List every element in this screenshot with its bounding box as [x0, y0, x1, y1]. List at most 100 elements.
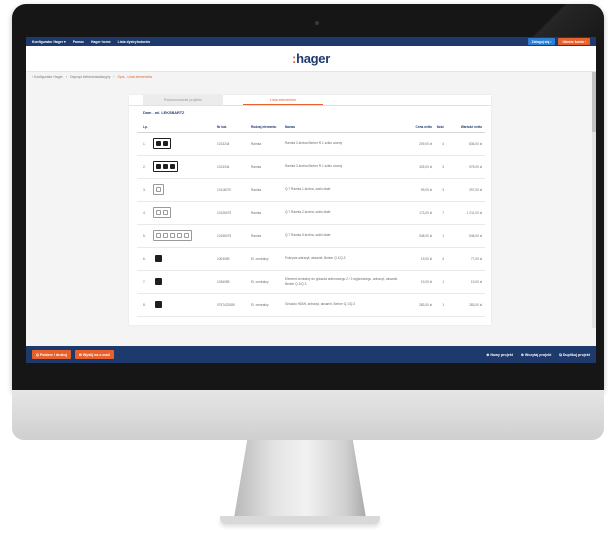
- frame-1-white-icon: [153, 184, 164, 195]
- table-row[interactable]: 2. 1013344 Ramka Ramka 3-krotna Berker R…: [137, 155, 485, 179]
- product-image: [153, 270, 217, 294]
- tab-element-list[interactable]: Lista elementów: [243, 95, 323, 105]
- row-qty: 3: [435, 155, 447, 179]
- header-ref: Nr kat.: [217, 122, 251, 133]
- row-type: Ramka: [251, 201, 285, 225]
- elements-table: Lp. Nr kat. Rodzaj elementu Nazwa Cena n…: [137, 122, 485, 317]
- row-price: 548,00 zł: [405, 224, 435, 248]
- row-type: El. centralny: [251, 293, 285, 317]
- row-price: 19,00 zł: [405, 247, 435, 271]
- breadcrumb-category[interactable]: Osprzęt elektroinstalacyjny: [70, 75, 111, 79]
- header-type: Rodzaj elementu: [251, 122, 285, 133]
- row-lp: 6.: [137, 247, 153, 271]
- row-ref: 1003089: [217, 247, 251, 271]
- top-navigation: Konfigurator Hager ▾ Pomoc Hager home Li…: [26, 37, 596, 46]
- nav-distributors[interactable]: Lista dystrybutorów: [118, 40, 150, 44]
- row-total: 1 211,00 zł: [447, 201, 485, 225]
- screen: Konfigurator Hager ▾ Pomoc Hager home Li…: [26, 37, 596, 363]
- row-ref: 10116079: [217, 178, 251, 202]
- row-total: 283,00 zł: [447, 293, 485, 317]
- row-lp: 8.: [137, 293, 153, 317]
- row-total: 19,00 zł: [447, 270, 485, 294]
- breadcrumb: ‹ Konfigurator Hager › Osprzęt elektroin…: [26, 72, 596, 82]
- row-total: 836,00 zł: [447, 132, 485, 156]
- email-button[interactable]: ✉ Wyślij na e-mail: [74, 350, 114, 359]
- row-name: Q.7 Ramka 1-krotna, szkło białe: [285, 178, 405, 202]
- header-price: Cena netto: [405, 122, 435, 133]
- hdmi-socket-icon: [155, 300, 162, 308]
- table-row[interactable]: 5. 10156079 Ramka Q.7 Ramka 5-krotna, sz…: [137, 224, 485, 248]
- tab-bar: Podsumowanie projektu Lista elementów: [129, 95, 491, 106]
- product-image: [153, 178, 217, 202]
- product-image: [153, 132, 217, 156]
- cover-plate-icon: [155, 254, 162, 262]
- row-type: Ramka: [251, 132, 285, 156]
- row-name: Pokrywa antracyt, aksamit, Berker Q.1/Q.…: [285, 247, 405, 271]
- hager-logo[interactable]: :hager: [292, 51, 330, 66]
- monitor-foot: [220, 516, 380, 524]
- table-row[interactable]: 3. 10116079 Ramka Q.7 Ramka 1-krotna, sz…: [137, 178, 485, 202]
- row-price: 19,00 zł: [405, 270, 435, 294]
- table-row[interactable]: 8. 0757422089 El. centralny Gniazdo HDMI…: [137, 293, 485, 317]
- product-image: [153, 247, 217, 271]
- row-ref: 10126079: [217, 201, 251, 225]
- product-image: [153, 224, 217, 248]
- row-type: Ramka: [251, 178, 285, 202]
- row-type: El. centralny: [251, 270, 285, 294]
- row-type: Ramka: [251, 155, 285, 179]
- nav-configurator[interactable]: Konfigurator Hager ▾: [32, 40, 66, 44]
- print-button[interactable]: ⎙ Pobierz / drukuj: [32, 350, 71, 359]
- nav-help[interactable]: Pomoc: [73, 40, 84, 44]
- register-button[interactable]: Utwórz konto ›: [558, 38, 590, 45]
- breadcrumb-separator: ›: [113, 75, 115, 79]
- tab-summary[interactable]: Podsumowanie projektu: [143, 95, 223, 105]
- page-scrollbar[interactable]: [592, 72, 596, 328]
- product-image: [153, 293, 217, 317]
- login-button[interactable]: Zaloguj się ›: [527, 38, 556, 45]
- row-total: 77,00 zł: [447, 247, 485, 271]
- row-name: Element centralny do gniazda antenowego …: [285, 270, 405, 294]
- row-ref: 10156079: [217, 224, 251, 248]
- load-project-button[interactable]: ⊕ Wczytaj projekt: [521, 353, 551, 357]
- row-qty: 4: [435, 247, 447, 271]
- product-image: [153, 155, 217, 179]
- row-price: 209,00 zł: [405, 132, 435, 156]
- duplicate-project-button[interactable]: ⧉ Duplikuj projekt: [559, 353, 590, 357]
- row-total: 548,00 zł: [447, 224, 485, 248]
- row-total: 297,00 zł: [447, 178, 485, 202]
- table-row[interactable]: 6. 1003089 El. centralny Pokrywa antracy…: [137, 247, 485, 271]
- breadcrumb-home[interactable]: ‹ Konfigurator Hager: [32, 75, 63, 79]
- header: :hager: [26, 46, 596, 72]
- table-row[interactable]: 4. 10126079 Ramka Q.7 Ramka 2-krotna, sz…: [137, 201, 485, 225]
- row-lp: 1.: [137, 132, 153, 156]
- table-row[interactable]: 7. 1036089 El. centralny Element central…: [137, 270, 485, 294]
- frame-3-black-icon: [153, 161, 178, 172]
- breadcrumb-current: Opis - Lista elementów: [117, 75, 153, 79]
- new-project-button[interactable]: ⊕ Nowy projekt: [486, 353, 513, 357]
- row-qty: 7: [435, 201, 447, 225]
- table-row[interactable]: 1. 1013244 Ramka Ramka 2-krotna Berker R…: [137, 132, 485, 156]
- breadcrumb-separator: ›: [65, 75, 67, 79]
- header-lp: Lp.: [137, 122, 153, 133]
- header-image: [153, 122, 217, 133]
- row-price: 173,00 zł: [405, 201, 435, 225]
- row-lp: 3.: [137, 178, 153, 202]
- row-qty: 1: [435, 270, 447, 294]
- monitor-chin: [12, 390, 604, 440]
- product-image: [153, 201, 217, 225]
- scrollbar-thumb[interactable]: [592, 72, 596, 132]
- frame-2-black-icon: [153, 138, 171, 149]
- action-bar: ⎙ Pobierz / drukuj ✉ Wyślij na e-mail ⊕ …: [26, 346, 596, 363]
- row-type: El. centralny: [251, 247, 285, 271]
- row-name: Gniazdo HDMI, antracyt, aksamit, Berker …: [285, 293, 405, 317]
- row-type: Ramka: [251, 224, 285, 248]
- row-name: Ramka 2-krotna Berker R.1 szkło czarny: [285, 132, 405, 156]
- row-lp: 4.: [137, 201, 153, 225]
- row-name: Ramka 3-krotna Berker R.1 szkło czarny: [285, 155, 405, 179]
- row-qty: 3: [435, 178, 447, 202]
- frame-5-white-icon: [153, 230, 192, 241]
- row-price: 99,00 zł: [405, 178, 435, 202]
- element-list-panel: Podsumowanie projektu Lista elementów Do…: [129, 95, 491, 325]
- row-ref: 1036089: [217, 270, 251, 294]
- nav-hager-home[interactable]: Hager home: [91, 40, 111, 44]
